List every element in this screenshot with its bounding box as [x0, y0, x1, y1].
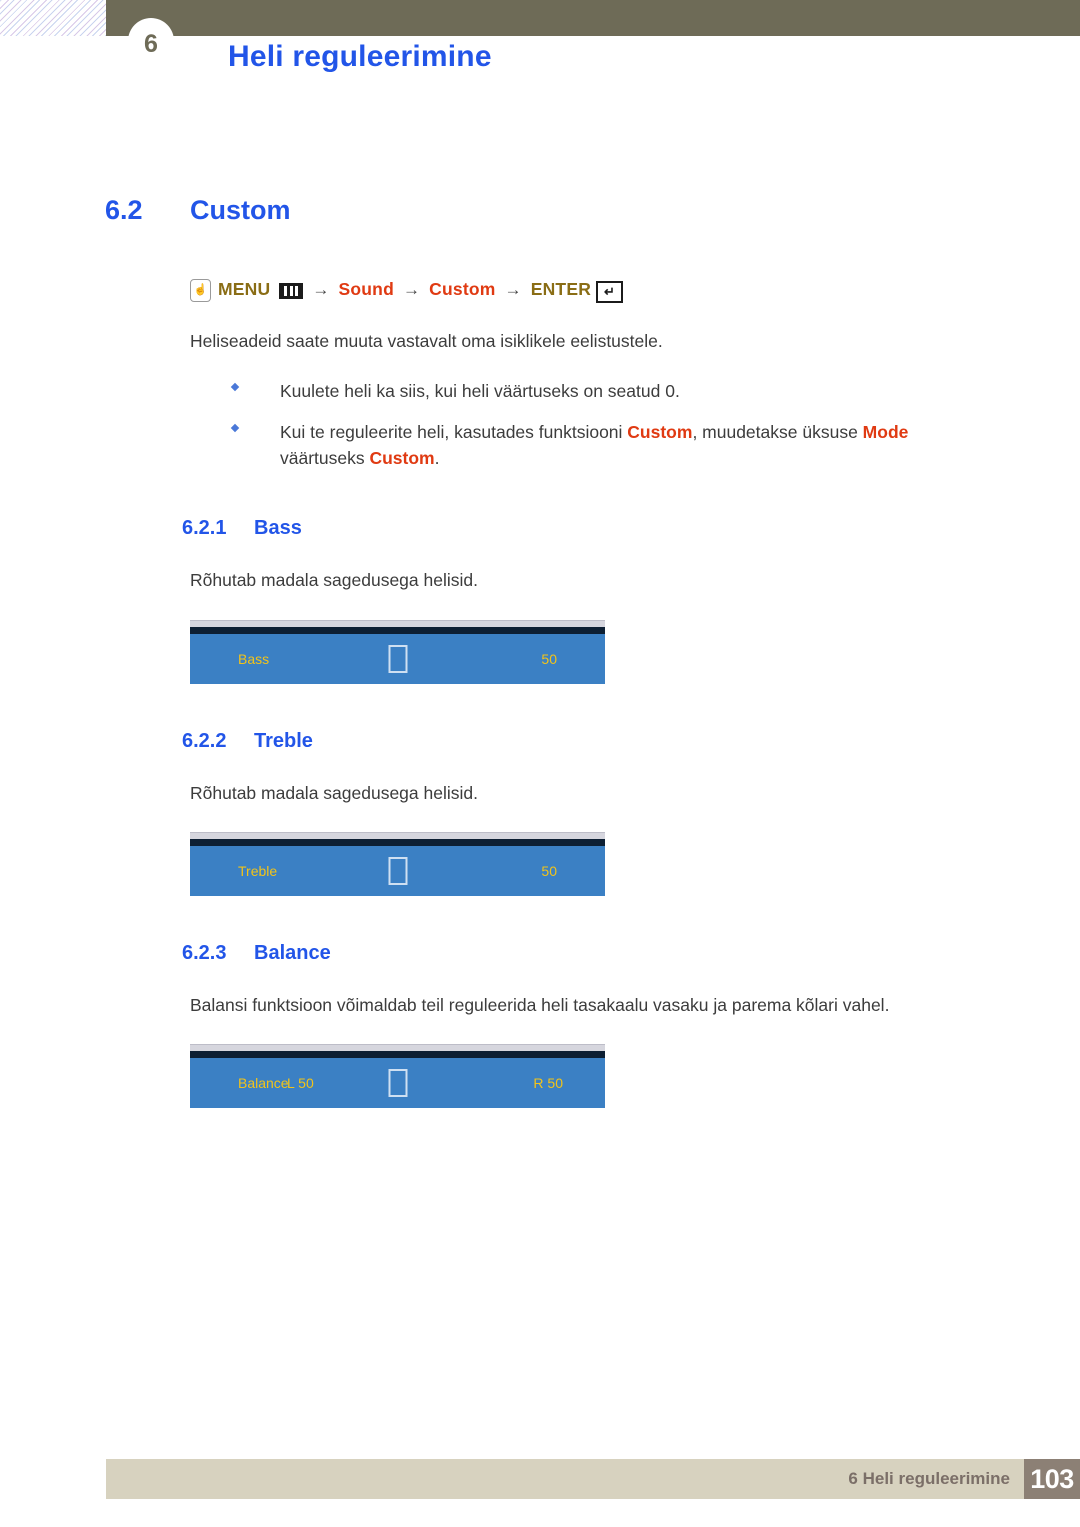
page-number: 103	[1024, 1459, 1080, 1499]
osd-widget-balance: Balance L 50 R 50	[190, 1044, 605, 1109]
osd-right-value: R 50	[533, 1075, 563, 1092]
path-arrow-3: →	[504, 279, 522, 299]
subsection-title: Bass	[254, 517, 302, 540]
sound-label: Sound	[338, 279, 394, 299]
osd-slider-handle[interactable]	[388, 644, 407, 673]
text-run: .	[434, 447, 440, 468]
list-item: Kuulete heli ka siis, kui heli väärtusek…	[230, 378, 992, 404]
subsection-number: 6.2.1	[182, 517, 227, 540]
hand-press-icon: ☝	[190, 279, 211, 302]
enter-key-icon: ↵	[596, 280, 624, 303]
section-heading: 6.2 Custom	[105, 195, 1080, 226]
subsection-title: Balance	[254, 941, 331, 964]
osd-value: 50	[541, 650, 557, 667]
osd-top-edge	[190, 1044, 605, 1052]
osd-slider-row[interactable]: Bass 50	[190, 633, 605, 684]
osd-slider-handle[interactable]	[388, 1069, 407, 1098]
list-item: Kui te reguleerite heli, kasutades funkt…	[230, 419, 992, 472]
chapter-number-label: 6	[144, 29, 158, 58]
subsection-heading: 6.2.3 Balance	[182, 942, 1080, 965]
subsection-number: 6.2.2	[182, 729, 227, 752]
osd-widget-bass: Bass 50	[190, 619, 605, 684]
section-number: 6.2	[105, 195, 143, 225]
bullet-marker-icon	[230, 378, 280, 404]
osd-label: Treble	[238, 862, 278, 879]
intro-paragraph: Heliseadeid saate muuta vastavalt oma is…	[190, 331, 663, 351]
custom-label: Custom	[429, 279, 496, 299]
section-title: Custom	[190, 195, 291, 225]
osd-top-edge	[190, 831, 605, 839]
osd-slider-handle[interactable]	[388, 856, 407, 885]
osd-widget-treble: Treble 50	[190, 831, 605, 896]
keyword-highlight: Mode	[862, 421, 909, 442]
chapter-number-badge: 6	[128, 18, 174, 64]
footer: 6 Heli reguleerimine 103	[848, 1459, 1080, 1499]
osd-label: Bass	[238, 650, 270, 667]
menu-label: MENU	[218, 279, 271, 299]
osd-left-value: L 50	[287, 1075, 314, 1092]
osd-title-bar	[190, 1051, 605, 1059]
osd-top-edge	[190, 619, 605, 627]
text-run: Kuulete heli ka siis, kui heli väärtusek…	[280, 381, 680, 402]
list-item-text: Kuulete heli ka siis, kui heli väärtusek…	[280, 378, 680, 404]
header-olive-bar	[106, 0, 1080, 36]
subsection-number: 6.2.3	[182, 941, 227, 964]
subsection-title: Treble	[254, 729, 313, 752]
text-run: , muudetakse üksuse	[692, 421, 863, 442]
path-arrow-1: →	[312, 279, 330, 299]
text-run: Kui te reguleerite heli, kasutades funkt…	[280, 421, 628, 442]
document-body: 6.2 Custom ☝ MENU → Sound → Custom → ENT…	[0, 195, 1080, 1109]
osd-slider-row[interactable]: Balance L 50 R 50	[190, 1058, 605, 1109]
osd-title-bar	[190, 838, 605, 846]
osd-label: Balance	[238, 1075, 289, 1092]
menu-path-breadcrumb: ☝ MENU → Sound → Custom → ENTER ↵	[190, 278, 1080, 303]
osd-title-bar	[190, 626, 605, 634]
osd-value: 50	[541, 862, 557, 879]
list-item-text: Kui te reguleerite heli, kasutades funkt…	[280, 419, 992, 472]
notes-list: Kuulete heli ka siis, kui heli väärtusek…	[230, 378, 992, 472]
text-run: väärtuseks	[280, 447, 370, 468]
subsection-description: Balansi funktsioon võimaldab teil regule…	[190, 994, 890, 1015]
keyword-highlight: Custom	[369, 447, 435, 468]
subsection-description: Rõhutab madala sagedusega helisid.	[190, 570, 478, 591]
corner-hatch-decoration	[0, 0, 106, 36]
page-title: Heli reguleerimine	[228, 40, 492, 73]
subsection-heading: 6.2.2 Treble	[182, 730, 1080, 753]
enter-label: ENTER	[530, 279, 592, 299]
bullet-marker-icon	[230, 419, 280, 472]
footer-chapter-label: 6 Heli reguleerimine	[848, 1469, 1010, 1488]
subsection-heading: 6.2.1 Bass	[182, 517, 1080, 540]
osd-slider-row[interactable]: Treble 50	[190, 845, 605, 896]
subsection-description: Rõhutab madala sagedusega helisid.	[190, 782, 478, 803]
menu-bars-icon	[279, 282, 304, 299]
keyword-highlight: Custom	[627, 421, 693, 442]
path-arrow-2: →	[402, 279, 421, 299]
